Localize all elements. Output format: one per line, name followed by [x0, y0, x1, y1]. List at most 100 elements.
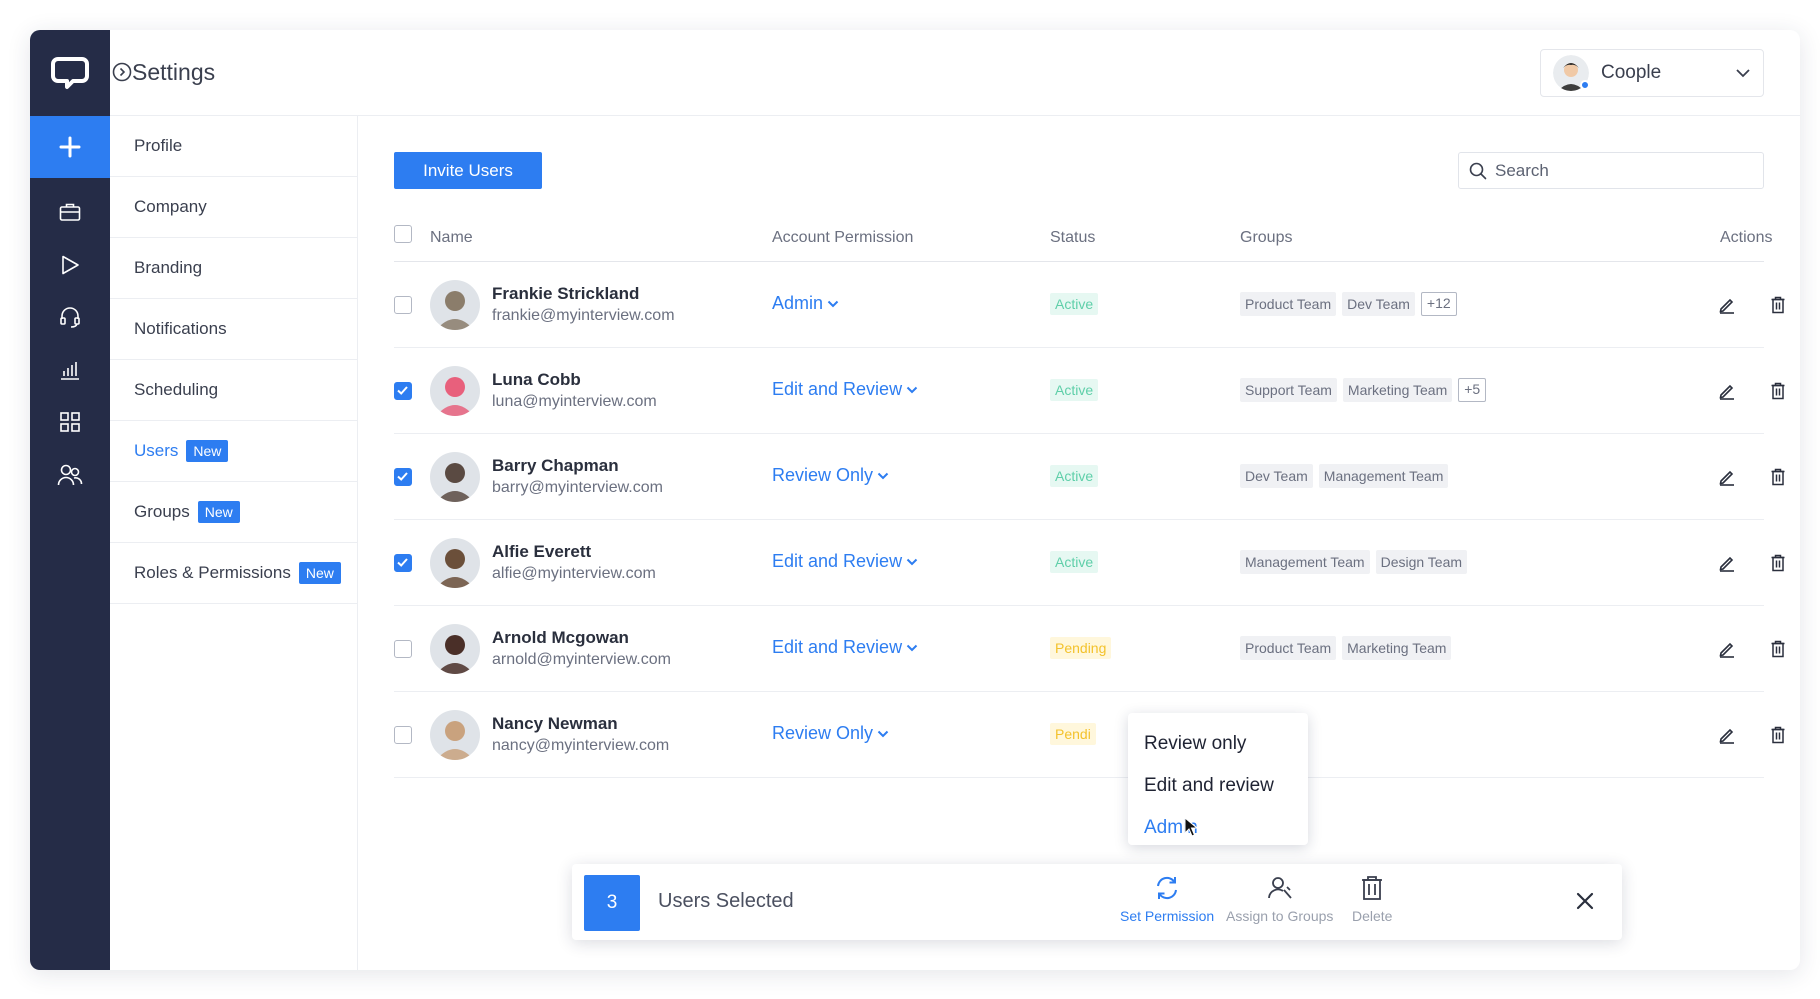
more-groups-chip[interactable]: +5	[1458, 378, 1487, 402]
group-chips: Dev Team Management Team	[1240, 464, 1449, 488]
nav-analytics[interactable]	[30, 340, 110, 400]
menu-item-branding[interactable]: Branding	[110, 238, 357, 299]
check-icon	[397, 386, 408, 395]
trash-icon[interactable]	[1770, 726, 1786, 744]
group-chips: Management Team Design Team	[1240, 550, 1468, 574]
edit-icon[interactable]	[1718, 726, 1736, 744]
permission-select[interactable]: Edit and Review	[772, 637, 918, 658]
new-badge: New	[197, 501, 240, 523]
table-row: Luna Cobb luna@myinterview.com Edit and …	[394, 348, 1785, 434]
edit-icon[interactable]	[1718, 468, 1736, 486]
delete-selected-button[interactable]: Delete	[1352, 874, 1392, 924]
permission-value: Review Only	[772, 465, 874, 485]
permission-select[interactable]: Review Only	[772, 465, 889, 486]
row-checkbox[interactable]	[394, 726, 412, 744]
nav-users[interactable]	[30, 445, 110, 505]
row-checkbox[interactable]	[394, 296, 412, 314]
company-select[interactable]: Coople	[1540, 49, 1764, 97]
permission-value: Edit and Review	[772, 551, 903, 571]
permission-select[interactable]: Review Only	[772, 723, 889, 744]
group-chip: Product Team	[1240, 636, 1337, 660]
avatar	[430, 452, 480, 502]
play-icon	[62, 255, 79, 275]
edit-icon[interactable]	[1718, 554, 1736, 572]
chevron-right-circle-icon[interactable]	[112, 62, 132, 82]
permission-value: Admin	[772, 293, 824, 313]
avatar	[430, 280, 480, 330]
nav-apps[interactable]	[30, 392, 110, 452]
users-panel: Invite Users Name Account Permission Sta…	[358, 116, 1800, 970]
menu-item-label: Profile	[134, 136, 183, 155]
group-chip: Management Team	[1240, 550, 1370, 574]
user-email: arnold@myinterview.com	[492, 651, 671, 668]
trash-icon[interactable]	[1770, 640, 1786, 658]
nav-jobs[interactable]	[30, 182, 110, 242]
group-chip: Product Team	[1240, 292, 1337, 316]
menu-item-roles-permissions[interactable]: Roles & Permissions New	[110, 543, 357, 604]
trash-icon[interactable]	[1770, 296, 1786, 314]
chevron-down-icon	[906, 386, 918, 393]
avatar	[430, 366, 480, 416]
trash-icon[interactable]	[1770, 554, 1786, 572]
table-body: Frankie Strickland frankie@myinterview.c…	[394, 262, 1785, 778]
chevron-down-icon	[906, 558, 918, 565]
menu-item-label: Groups	[134, 502, 190, 521]
select-all-checkbox[interactable]	[394, 225, 412, 243]
user-name: Luna Cobb	[492, 370, 581, 389]
online-status-dot	[1580, 80, 1590, 90]
user-name: Frankie Strickland	[492, 284, 640, 303]
menu-item-groups[interactable]: Groups New	[110, 482, 357, 543]
dropdown-option-admin[interactable]: Admin	[1128, 807, 1308, 849]
edit-icon[interactable]	[1718, 296, 1736, 314]
trash-icon[interactable]	[1770, 382, 1786, 400]
search-input[interactable]	[1495, 160, 1735, 181]
menu-item-scheduling[interactable]: Scheduling	[110, 360, 357, 421]
trash-icon[interactable]	[1770, 468, 1786, 486]
nav-support[interactable]	[30, 287, 110, 347]
invite-users-button[interactable]: Invite Users	[394, 152, 542, 189]
menu-item-notifications[interactable]: Notifications	[110, 299, 357, 360]
permission-select[interactable]: Edit and Review	[772, 551, 918, 572]
avatar	[430, 624, 480, 674]
menu-item-label: Company	[134, 197, 207, 216]
app-logo[interactable]	[30, 30, 110, 116]
selected-count: 3	[584, 875, 640, 931]
page-header: Settings Coople	[110, 30, 1800, 116]
edit-icon[interactable]	[1718, 640, 1736, 658]
dropdown-option-edit-and-review[interactable]: Edit and review	[1128, 765, 1308, 807]
group-chip: Dev Team	[1240, 464, 1313, 488]
app-rail	[30, 30, 110, 970]
user-email: alfie@myinterview.com	[492, 565, 656, 582]
delete-label: Delete	[1352, 908, 1393, 924]
permission-select[interactable]: Admin	[772, 293, 839, 314]
status-badge: Active	[1050, 551, 1099, 573]
row-checkbox[interactable]	[394, 468, 412, 486]
close-icon[interactable]	[1576, 892, 1594, 910]
menu-item-profile[interactable]: Profile	[110, 116, 357, 177]
user-name: Nancy Newman	[492, 714, 618, 733]
nav-videos[interactable]	[30, 235, 110, 295]
app-window: Settings Coople Profile Company Branding…	[30, 30, 1800, 970]
new-badge: New	[186, 440, 229, 462]
assign-to-groups-button[interactable]: Assign to Groups	[1226, 874, 1333, 924]
row-checkbox[interactable]	[394, 382, 412, 400]
users-table: Name Account Permission Status Groups Ac…	[394, 225, 1785, 778]
menu-item-company[interactable]: Company	[110, 177, 357, 238]
permission-select[interactable]: Edit and Review	[772, 379, 918, 400]
user-email: luna@myinterview.com	[492, 393, 657, 410]
create-button[interactable]	[30, 116, 110, 178]
status-badge: Pending	[1050, 637, 1112, 659]
column-header-permission: Account Permission	[772, 229, 914, 246]
dropdown-option-review-only[interactable]: Review only	[1128, 723, 1308, 765]
edit-icon[interactable]	[1718, 382, 1736, 400]
set-permission-button[interactable]: Set Permission	[1120, 874, 1214, 924]
settings-menu: Profile Company Branding Notifications S…	[110, 116, 358, 970]
menu-item-users[interactable]: Users New	[110, 421, 357, 482]
status-badge: Active	[1050, 379, 1099, 401]
mouse-cursor-icon	[1184, 817, 1198, 837]
users-icon	[57, 464, 83, 486]
row-checkbox[interactable]	[394, 640, 412, 658]
check-icon	[397, 472, 408, 481]
row-checkbox[interactable]	[394, 554, 412, 572]
more-groups-chip[interactable]: +12	[1420, 292, 1457, 316]
